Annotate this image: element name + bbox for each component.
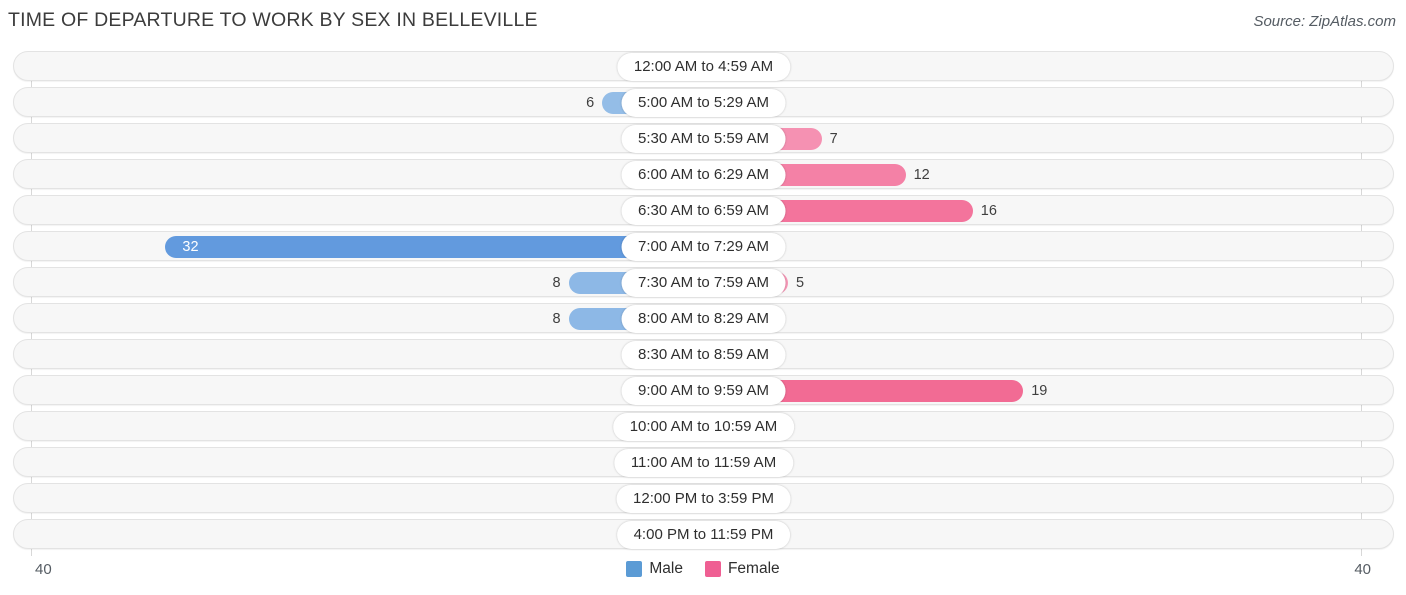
bar-value-female: 12 <box>913 167 930 183</box>
chart-row: 0011:00 AM to 11:59 AM <box>13 447 1394 477</box>
category-label: 7:00 AM to 7:29 AM <box>621 233 786 261</box>
source-attribution: Source: ZipAtlas.com <box>1253 13 1396 30</box>
category-label: 8:30 AM to 8:59 AM <box>621 341 786 369</box>
bar-value-female: 5 <box>796 275 805 291</box>
chart-row: 0166:30 AM to 6:59 AM <box>13 195 1394 225</box>
chart-row: 004:00 PM to 11:59 PM <box>13 519 1394 549</box>
bar-value-female: 19 <box>1031 383 1048 399</box>
category-label: 11:00 AM to 11:59 AM <box>613 449 794 477</box>
chart-row: 3126:00 AM to 6:29 AM <box>13 159 1394 189</box>
chart-plot-area: 0012:00 AM to 4:59 AM 605:00 AM to 5:29 A… <box>13 51 1394 556</box>
bar-value-female: 7 <box>829 131 838 147</box>
category-label: 4:00 PM to 11:59 PM <box>616 521 791 549</box>
bar-value-male: 6 <box>586 95 595 111</box>
category-label: 10:00 AM to 10:59 AM <box>612 413 795 441</box>
chart-row: 3237:00 AM to 7:29 AM <box>13 231 1394 261</box>
legend-item[interactable]: Female <box>704 560 780 578</box>
chart-row: 0010:00 AM to 10:59 AM <box>13 411 1394 441</box>
chart-row: 0012:00 AM to 4:59 AM <box>13 51 1394 81</box>
category-label: 8:00 AM to 8:29 AM <box>621 305 786 333</box>
category-label: 6:00 AM to 6:29 AM <box>621 161 786 189</box>
chart-row: 0199:00 AM to 9:59 AM <box>13 375 1394 405</box>
chart-row: 0012:00 PM to 3:59 PM <box>13 483 1394 513</box>
category-label: 12:00 PM to 3:59 PM <box>616 485 791 513</box>
legend-item[interactable]: Male <box>626 560 683 578</box>
chart-row: 605:00 AM to 5:29 AM <box>13 87 1394 117</box>
chart-legend: Male Female <box>0 560 1406 578</box>
page-title: TIME OF DEPARTURE TO WORK BY SEX IN BELL… <box>8 9 538 31</box>
chart-page: TIME OF DEPARTURE TO WORK BY SEX IN BELL… <box>0 0 1406 595</box>
chart-row: 808:00 AM to 8:29 AM <box>13 303 1394 333</box>
bar-value-male: 8 <box>552 275 561 291</box>
bar-value-female: 16 <box>980 203 997 219</box>
chart-row: 075:30 AM to 5:59 AM <box>13 123 1394 153</box>
legend-label: Male <box>649 560 683 577</box>
category-label: 6:30 AM to 6:59 AM <box>621 197 786 225</box>
category-label: 9:00 AM to 9:59 AM <box>621 377 786 405</box>
category-label: 5:30 AM to 5:59 AM <box>621 125 786 153</box>
bar-value-male: 8 <box>552 311 561 327</box>
category-label: 5:00 AM to 5:29 AM <box>621 89 786 117</box>
chart-row: 8 5 7:30 AM to 7:59 AM <box>13 267 1394 297</box>
legend-label: Female <box>727 560 780 577</box>
chart-row: 008:30 AM to 8:59 AM <box>13 339 1394 369</box>
bar-value-male: 32 <box>182 239 199 255</box>
category-label: 12:00 AM to 4:59 AM <box>616 53 791 81</box>
legend-swatch-icon <box>626 561 643 577</box>
category-label: 7:30 AM to 7:59 AM <box>621 269 786 297</box>
legend-swatch-icon <box>704 561 721 577</box>
